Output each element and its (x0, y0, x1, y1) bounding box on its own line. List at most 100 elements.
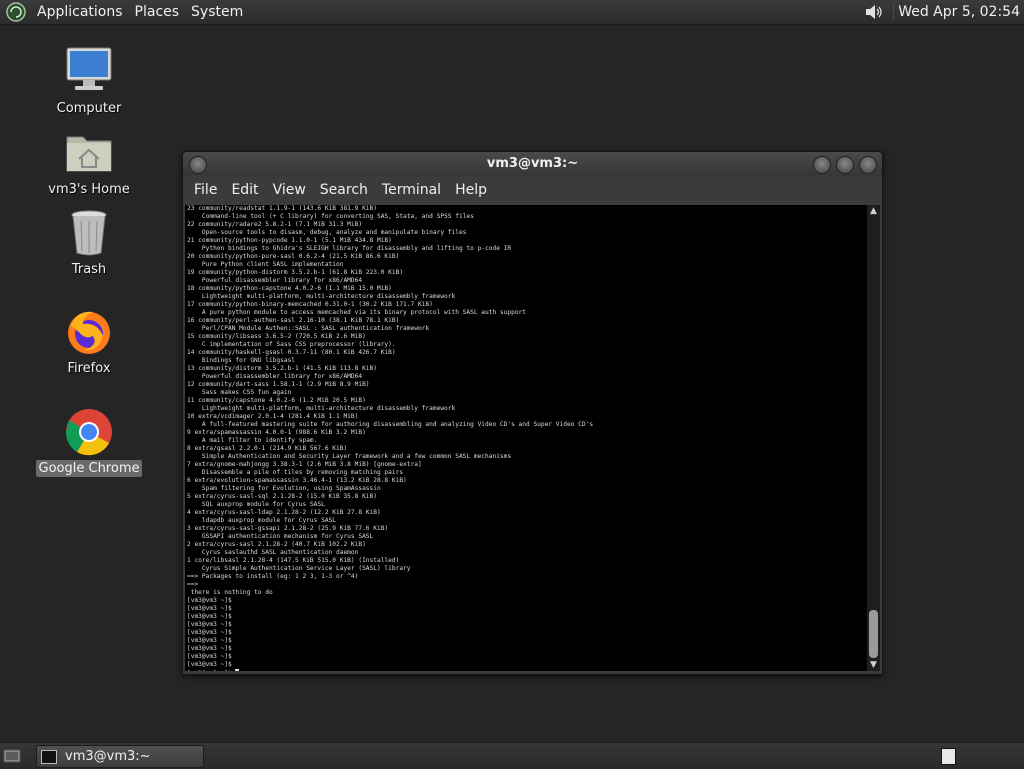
terminal-line: 3 extra/cyrus-sasl-gssapi 2.1.28-2 (25.9… (187, 525, 389, 532)
terminal-line: 9 extra/spamassassin 4.0.0-1 (988.6 KiB … (187, 429, 366, 436)
menu-view[interactable]: View (266, 182, 313, 198)
distro-logo-icon[interactable] (5, 1, 27, 23)
terminal-line: SQL auxprop module for Cyrus SASL (187, 501, 325, 508)
desktop-icon-chrome[interactable]: Google Chrome (34, 406, 144, 477)
desktop-icon-label: Google Chrome (35, 460, 143, 477)
menu-terminal[interactable]: Terminal (375, 182, 448, 198)
desktop-icon-label: Firefox (67, 361, 111, 376)
terminal-line: 5 extra/cyrus-sasl-sql 2.1.28-2 (15.0 Ki… (187, 493, 377, 500)
terminal-line: Perl/CPAN Module Authen::SASL : SASL aut… (187, 325, 430, 332)
taskbar-item-label: vm3@vm3:~ (65, 749, 151, 764)
terminal-line: [vm3@vm3 ~]$ (187, 645, 232, 652)
desktop-icon-home[interactable]: vm3's Home (34, 127, 144, 198)
volume-icon[interactable] (863, 1, 885, 23)
terminal-line: 21 community/python-pypcode 1.1.0-1 (5.1… (187, 237, 392, 244)
menu-edit[interactable]: Edit (224, 182, 265, 198)
terminal-line: Python bindings to Ghidra's SLEIGH libra… (187, 245, 512, 252)
terminal-line: [vm3@vm3 ~]$ (187, 653, 232, 660)
terminal-line: [vm3@vm3 ~]$ (187, 605, 232, 612)
terminal-line: 12 community/dart-sass 1.58.1-1 (2.9 MiB… (187, 381, 370, 388)
terminal-line: 11 community/capstone 4.0.2-6 (1.2 MiB 2… (187, 397, 366, 404)
desktop-icon-label: Computer (56, 101, 122, 116)
desktop-icon-firefox[interactable]: Firefox (34, 306, 144, 377)
terminal-line: 18 community/python-capstone 4.0.2-6 (1.… (187, 285, 392, 292)
desktop-icon-trash[interactable]: Trash (34, 207, 144, 278)
terminal-line: 14 community/haskell-gsasl 0.3.7-11 (80.… (187, 349, 396, 356)
terminal-cursor (235, 669, 240, 671)
terminal-line: ldapdb auxprop module for Cyrus SASL (187, 517, 337, 524)
terminal-line: Bindings for GNU libgsasl (187, 357, 296, 364)
workspace-switcher[interactable] (941, 748, 956, 765)
terminal-line: 8 extra/gsasl 2.2.0-1 (214.9 KiB 567.6 K… (187, 445, 348, 452)
terminal-line: 15 community/libsass 3.6.5-2 (720.5 KiB … (187, 333, 366, 340)
terminal-line: 23 community/readstat 1.1.9-1 (143.6 KiB… (187, 205, 377, 212)
terminal-line: [vm3@vm3 ~]$ (185, 669, 867, 671)
menu-file[interactable]: File (187, 182, 224, 198)
terminal-line: Sass makes CSS fun again (187, 389, 292, 396)
taskbar-item-terminal[interactable]: vm3@vm3:~ (36, 745, 204, 768)
terminal-line: 4 extra/cyrus-sasl-ldap 2.1.28-2 (12.2 K… (187, 509, 381, 516)
menu-places[interactable]: Places (129, 4, 186, 20)
terminal-icon (41, 749, 57, 764)
menu-applications[interactable]: Applications (31, 4, 129, 20)
terminal-line: 2 extra/cyrus-sasl 2.1.28-2 (40.7 KiB 10… (187, 541, 366, 548)
terminal-line: Pure Python client SASL implementation (187, 261, 344, 268)
window-titlebar[interactable]: vm3@vm3:~ (183, 152, 882, 176)
terminal-line: Disassemble a pile of tiles by removing … (187, 469, 404, 476)
terminal-line: 10 extra/vcdimager 2.0.1-4 (281.4 KiB 1.… (187, 413, 359, 420)
terminal-line: 7 extra/gnome-mahjongg 3.38.3-1 (2.6 MiB… (187, 461, 422, 468)
scroll-up-icon[interactable]: ▲ (867, 205, 880, 217)
scrollbar-thumb[interactable] (869, 610, 878, 658)
desktop-icon-computer[interactable]: Computer (34, 46, 144, 117)
terminal-line: ==> (187, 581, 199, 588)
maximize-icon[interactable] (836, 156, 854, 174)
scroll-down-icon[interactable]: ▼ (867, 659, 880, 671)
terminal-line: 6 extra/evolution-spamassassin 3.46.4-1 … (187, 477, 407, 484)
terminal-line: Command-line tool (+ C library) for conv… (187, 213, 474, 220)
terminal-line: [vm3@vm3 ~]$ (187, 629, 232, 636)
terminal-line: A mail filter to identify spam. (187, 437, 318, 444)
terminal-line: [vm3@vm3 ~]$ (187, 637, 232, 644)
terminal-line: [vm3@vm3 ~]$ (187, 621, 232, 628)
terminal-line: [vm3@vm3 ~]$ (187, 661, 232, 668)
window-title: vm3@vm3:~ (486, 156, 579, 171)
close-icon[interactable] (859, 156, 877, 174)
terminal-line: Simple Authentication and Security Layer… (187, 453, 512, 460)
terminal-scrollbar[interactable]: ▲ ▼ (867, 205, 880, 671)
menu-help[interactable]: Help (448, 182, 494, 198)
terminal-window: vm3@vm3:~ File Edit View Search Terminal… (182, 151, 883, 675)
terminal-line: 22 community/radare2 5.8.2-1 (7.1 MiB 31… (187, 221, 363, 228)
desktop-icon-label: Trash (71, 262, 107, 277)
terminal-line: Spam filtering for Evolution, using Spam… (187, 485, 381, 492)
terminal-line: 16 community/perl-authen-sasl 2.16-10 (3… (187, 317, 400, 324)
terminal-line: 20 community/python-pure-sasl 0.6.2-4 (2… (187, 253, 400, 260)
terminal-line: Lightweight multi-platform, multi-archit… (187, 405, 456, 412)
minimize-icon[interactable] (813, 156, 831, 174)
terminal-line: [vm3@vm3 ~]$ (187, 597, 232, 604)
terminal-line: GSSAPI authentication mechanism for Cyru… (187, 533, 374, 540)
terminal-line: ==> Packages to install (eg: 1 2 3, 1-3 … (187, 573, 359, 580)
terminal-line: Cyrus Simple Authentication Service Laye… (187, 565, 411, 572)
terminal-line: A pure python module to access memcached… (187, 309, 526, 316)
firefox-icon (68, 311, 110, 354)
computer-icon (66, 47, 112, 90)
home-folder-icon (66, 136, 112, 172)
terminal-line: Lightweight multi-platform, multi-archit… (187, 293, 456, 300)
top-panel: Applications Places System Wed Apr 5, 02… (0, 0, 1024, 25)
desktop-icon-label: vm3's Home (48, 182, 130, 197)
terminal-line: 1 core/libsasl 2.1.28-4 (147.5 KiB 515.0… (187, 557, 400, 564)
clock[interactable]: Wed Apr 5, 02:54 (893, 4, 1024, 20)
window-menubar: File Edit View Search Terminal Help (183, 176, 882, 204)
terminal-line: 13 community/distorm 3.5.2.b-1 (41.5 KiB… (187, 365, 377, 372)
menu-search[interactable]: Search (313, 182, 375, 198)
terminal-line: 17 community/python-binary-memcached 0.3… (187, 301, 433, 308)
terminal-line: 19 community/python-distorm 3.5.2.b-1 (6… (187, 269, 404, 276)
terminal-line: Powerful disassembler library for x86/AM… (187, 277, 363, 284)
trash-icon (71, 210, 107, 256)
terminal-output[interactable]: 23 community/readstat 1.1.9-1 (143.6 KiB… (185, 205, 867, 671)
terminal-line: A full-featured mastering suite for auth… (187, 421, 594, 428)
menu-system[interactable]: System (185, 4, 249, 20)
terminal-line: Cyrus saslauthd SASL authentication daem… (187, 549, 359, 556)
terminal-line: [vm3@vm3 ~]$ (187, 613, 232, 620)
show-desktop-icon[interactable] (3, 747, 21, 765)
